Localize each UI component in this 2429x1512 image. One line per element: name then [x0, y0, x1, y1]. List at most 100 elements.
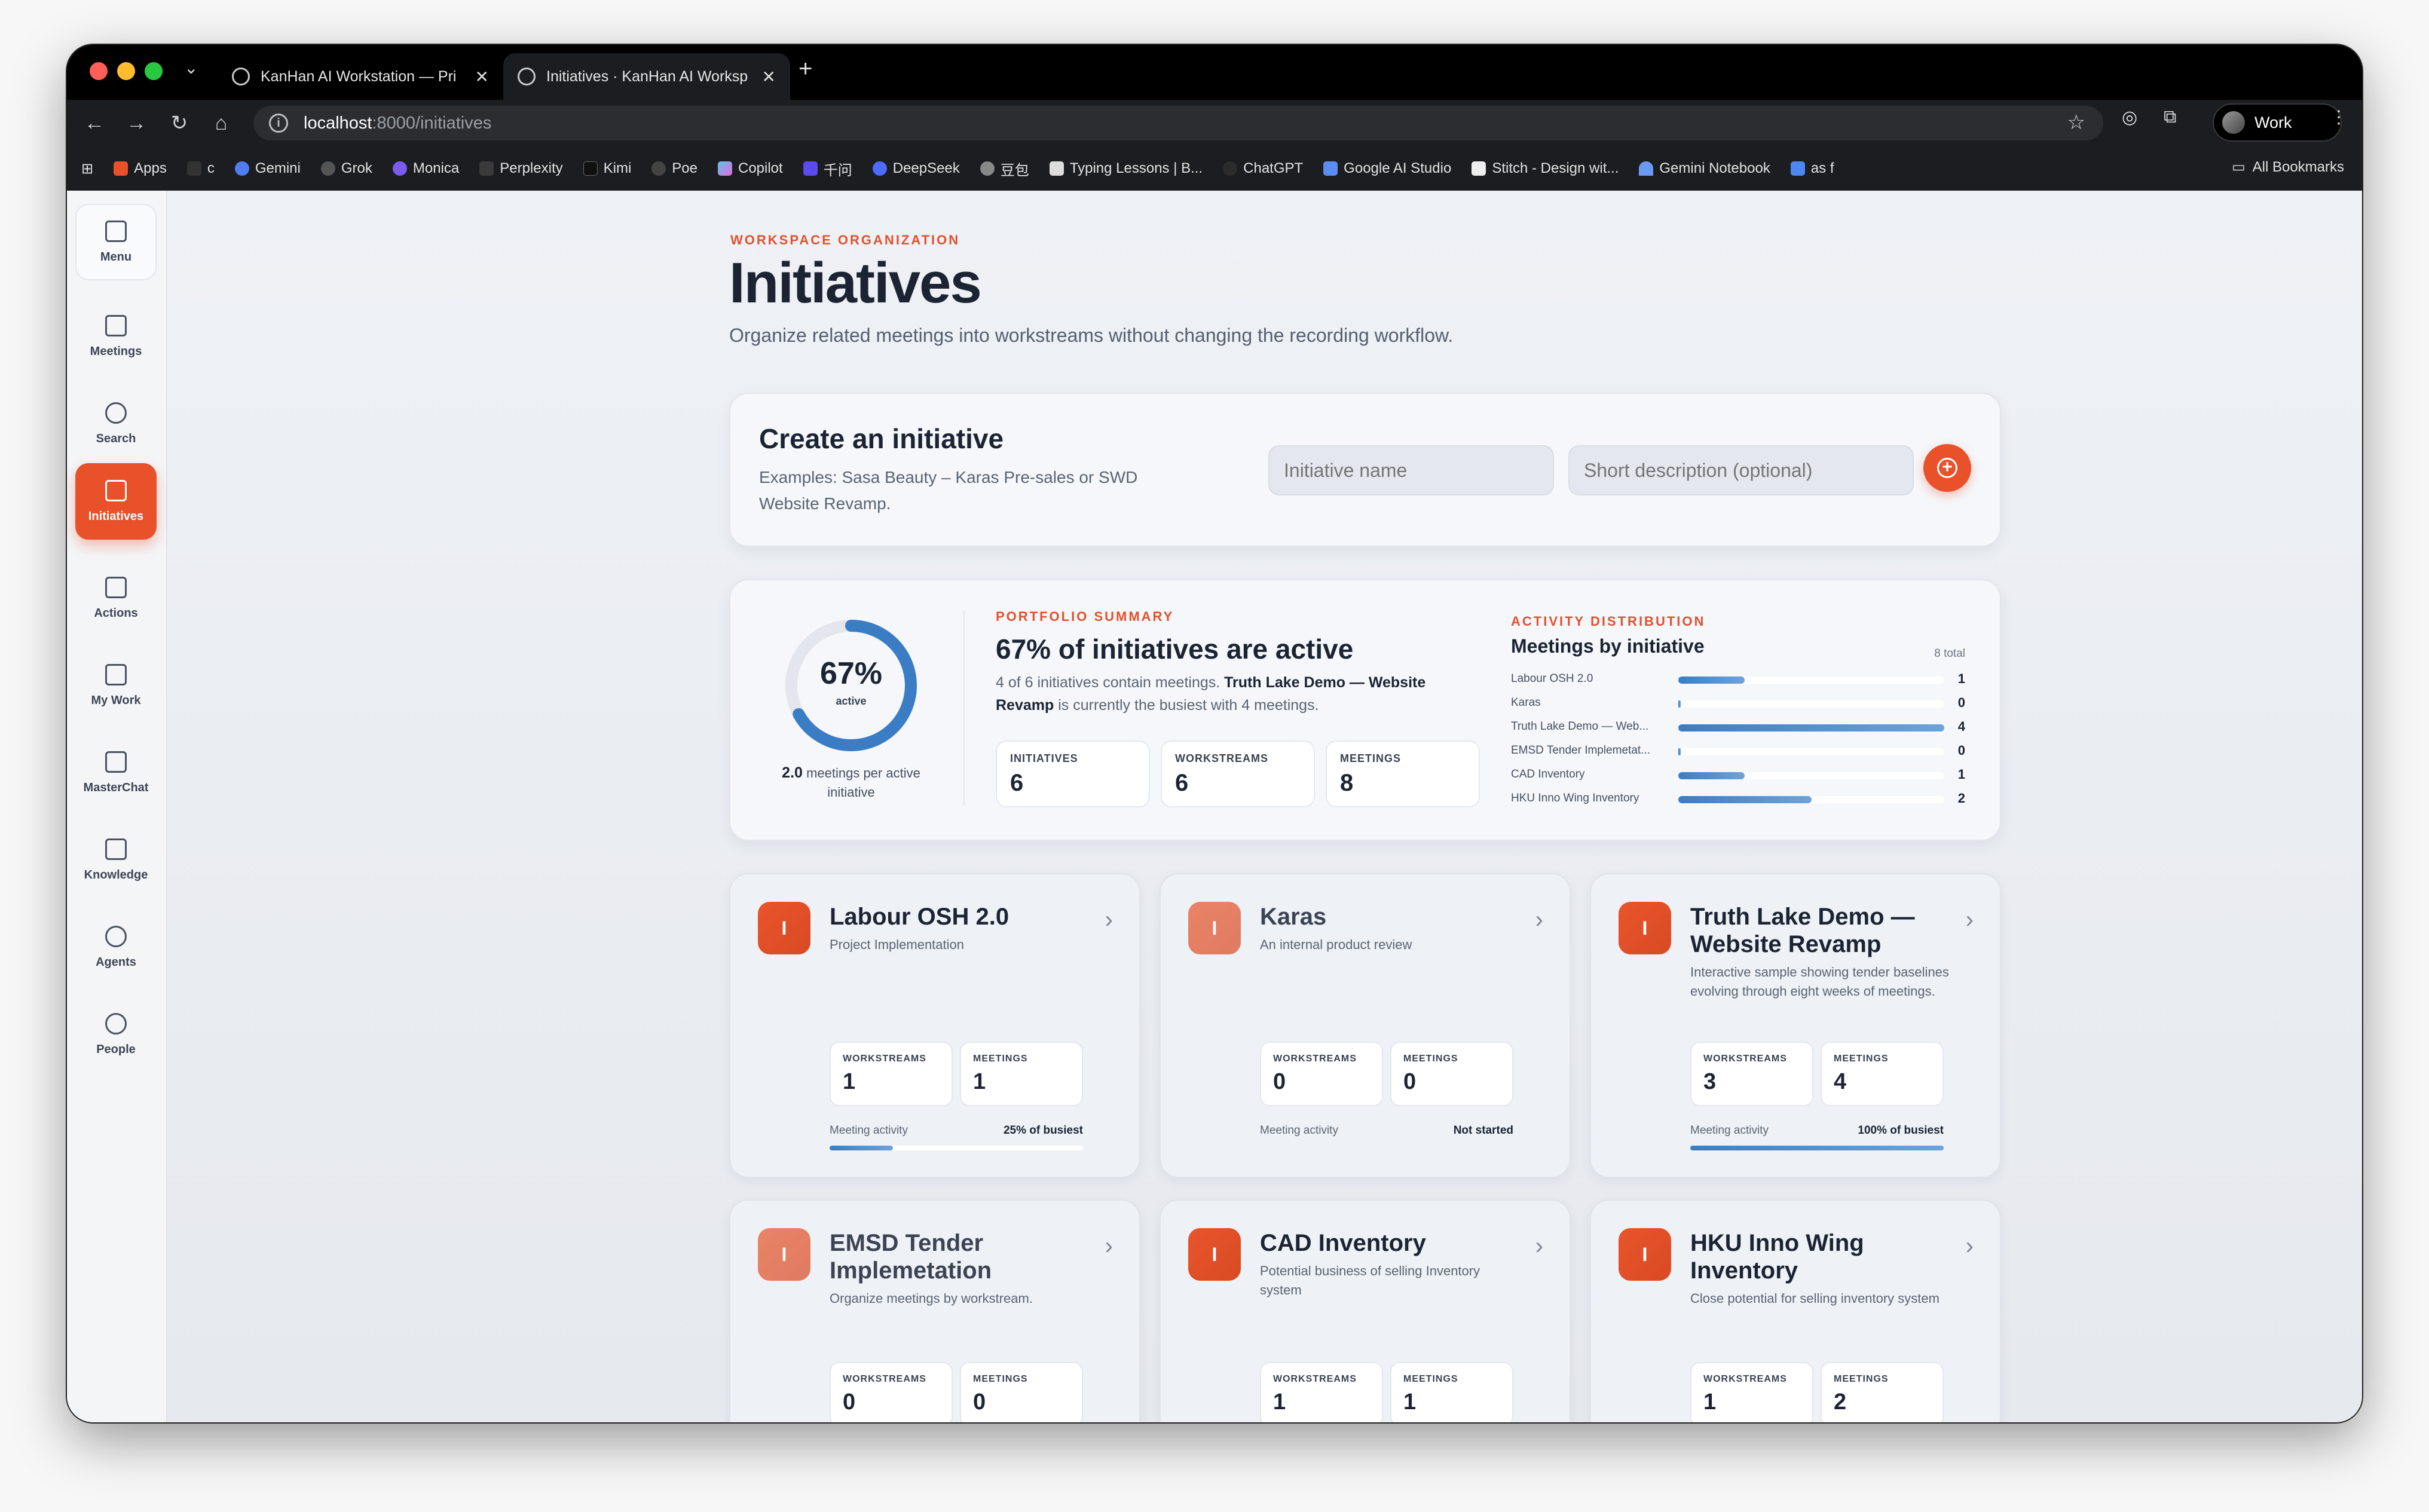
chevron-right-icon[interactable]: ›: [1105, 907, 1113, 933]
chevron-right-icon[interactable]: ›: [1966, 907, 1974, 933]
initiative-card[interactable]: I CAD Inventory Potential business of sell…: [1160, 1199, 1571, 1422]
bookmark-qianwen[interactable]: 千问: [803, 158, 852, 179]
zoom-window-icon[interactable]: [145, 62, 163, 80]
sidebar-item-search[interactable]: Search: [75, 385, 157, 462]
sidebar-item-agents[interactable]: Agents: [75, 909, 157, 985]
close-tab-icon[interactable]: ✕: [762, 67, 776, 87]
book-icon: [105, 838, 127, 860]
extensions-icon[interactable]: ⧉: [2164, 107, 2176, 127]
chevron-right-icon[interactable]: ›: [1535, 1233, 1543, 1260]
bookmark-copilot[interactable]: Copilot: [717, 160, 783, 177]
distribution-total: 8 total: [1934, 647, 1965, 660]
stat-label: WORKSTREAMS: [1175, 752, 1268, 764]
add-initiative-button[interactable]: +: [1923, 444, 1971, 492]
bookmark-star-icon[interactable]: ☆: [2067, 111, 2085, 134]
bookmark-as-f[interactable]: as f: [1790, 160, 1834, 177]
plus-circle-icon: +: [1937, 458, 1957, 478]
new-tab-icon[interactable]: +: [799, 56, 812, 82]
close-window-icon[interactable]: [90, 62, 108, 80]
sidebar-item-actions[interactable]: Actions: [75, 560, 157, 636]
activity-value: Not started: [1453, 1124, 1513, 1137]
bookmark-stitch[interactable]: Stitch - Design wit...: [1472, 160, 1619, 177]
note-icon: [105, 314, 127, 336]
stat-label: MEETINGS: [1403, 1374, 1458, 1384]
browser-chrome: ⌄ KanHan AI Workstation — Pri ✕ Initiati…: [67, 45, 2362, 191]
address-bar: ← → ↻ ⌂ i localhost:8000/initiatives ☆ ◎…: [67, 100, 2362, 146]
bookmark-gemini[interactable]: Gemini: [234, 160, 301, 177]
stat-label: MEETINGS: [1834, 1374, 1889, 1384]
sidebar-item-meetings[interactable]: Meetings: [75, 298, 157, 375]
activity-label: Meeting activity: [830, 1124, 908, 1137]
initiative-description: An internal product review: [1260, 937, 1412, 952]
bookmark-kimi[interactable]: Kimi: [583, 160, 631, 177]
stat-label: WORKSTREAMS: [843, 1054, 926, 1064]
sidebar-item-knowledge[interactable]: Knowledge: [75, 822, 157, 898]
bookmark-gemini-notebook[interactable]: Gemini Notebook: [1639, 160, 1770, 177]
bookmark-chatgpt[interactable]: ChatGPT: [1223, 160, 1303, 177]
bookmark-c[interactable]: c: [186, 160, 215, 177]
sidebar-item-my-work[interactable]: My Work: [75, 647, 157, 724]
more-menu-icon[interactable]: ⋮: [2330, 107, 2348, 128]
distribution-row-name: Truth Lake Demo — Web...: [1511, 720, 1649, 733]
initiative-description-input[interactable]: [1568, 445, 1914, 495]
all-bookmarks[interactable]: ▭ All Bookmarks: [2232, 158, 2344, 176]
home-icon[interactable]: ⌂: [208, 108, 234, 138]
bookmark-perplexity[interactable]: Perplexity: [479, 160, 563, 177]
tab-workstation[interactable]: KanHan AI Workstation — Pri ✕: [218, 53, 503, 100]
chevron-right-icon[interactable]: ›: [1966, 1233, 1974, 1260]
distribution-row: Labour OSH 2.0 1: [1511, 669, 1965, 689]
stat-value: 0: [973, 1389, 986, 1415]
tab-title: KanHan AI Workstation — Pri: [261, 68, 457, 85]
bookmark-typing-lessons[interactable]: Typing Lessons | B...: [1049, 160, 1203, 177]
initiative-card[interactable]: I Labour OSH 2.0 Project Implementation › WO…: [729, 873, 1140, 1178]
chevron-right-icon[interactable]: ›: [1105, 1233, 1113, 1260]
stat-value: 1: [843, 1069, 856, 1094]
grammarly-icon[interactable]: ◎: [2122, 107, 2137, 128]
forward-icon[interactable]: →: [123, 108, 149, 138]
bookmark-google-ai-studio[interactable]: Google AI Studio: [1323, 160, 1451, 177]
initiative-card[interactable]: I EMSD Tender Implemetation Organize meeti…: [729, 1199, 1140, 1422]
stat-initiatives: INITIATIVES 6: [996, 740, 1150, 807]
distribution-track: [1678, 772, 1944, 779]
initiative-card[interactable]: I Karas An internal product review › WORKSTR…: [1160, 873, 1571, 1178]
url-host: localhost: [304, 113, 372, 133]
initiative-card[interactable]: I Truth Lake Demo — Website Revamp Interac…: [1590, 873, 2001, 1178]
main-content: WORKSPACE ORGANIZATION Initiatives Organ…: [167, 191, 2362, 1422]
initiative-name-input[interactable]: [1268, 445, 1554, 495]
close-tab-icon[interactable]: ✕: [475, 67, 489, 87]
sidebar-item-label: People: [96, 1042, 136, 1056]
reload-icon[interactable]: ↻: [166, 108, 192, 138]
sidebar-item-people[interactable]: People: [75, 996, 157, 1073]
per-label: meetings per active initiative: [806, 766, 920, 800]
sidebar-item-masterchat[interactable]: MasterChat: [75, 734, 157, 811]
initiative-workstreams: WORKSTREAMS 0: [1260, 1042, 1383, 1106]
url-field[interactable]: i localhost:8000/initiatives ☆: [253, 106, 2103, 140]
site-info-icon[interactable]: i: [269, 114, 288, 133]
back-icon[interactable]: ←: [81, 108, 108, 138]
bookmark-poe[interactable]: Poe: [651, 160, 698, 177]
bookmark-monica[interactable]: Monica: [392, 160, 459, 177]
distribution-row: Karas 0: [1511, 693, 1965, 713]
distribution-title: Meetings by initiative: [1511, 635, 1705, 657]
bookmark-grok[interactable]: Grok: [320, 160, 372, 177]
tab-search-chevron-icon[interactable]: ⌄: [184, 58, 198, 78]
stat-value: 3: [1703, 1069, 1717, 1094]
initiative-card[interactable]: I HKU Inno Wing Inventory Close potential …: [1590, 1199, 2001, 1422]
initiative-meetings: MEETINGS 4: [1821, 1042, 1944, 1106]
tab-initiatives[interactable]: Initiatives · KanHan AI Worksp ✕: [503, 53, 790, 100]
distribution-bar: [1678, 796, 1812, 803]
bookmark-deepseek[interactable]: DeepSeek: [872, 160, 960, 177]
summary-text-part: is currently the busiest with 4 meetings…: [1054, 697, 1319, 714]
profile-button[interactable]: Work: [2213, 103, 2342, 142]
sidebar-item-menu[interactable]: Menu: [75, 204, 157, 280]
chevron-right-icon[interactable]: ›: [1535, 907, 1543, 933]
distribution-track: [1678, 677, 1944, 684]
bookmark-doubao[interactable]: 豆包: [980, 158, 1029, 179]
sidebar-item-initiatives[interactable]: Initiatives: [75, 463, 157, 540]
bookmark-apps[interactable]: Apps: [114, 160, 167, 177]
initiative-icon: I: [758, 902, 810, 954]
apps-grid-icon[interactable]: ⊞: [81, 160, 93, 177]
minimize-window-icon[interactable]: [117, 62, 135, 80]
page-title: Initiatives: [729, 251, 982, 315]
distribution-row: CAD Inventory 1: [1511, 764, 1965, 785]
